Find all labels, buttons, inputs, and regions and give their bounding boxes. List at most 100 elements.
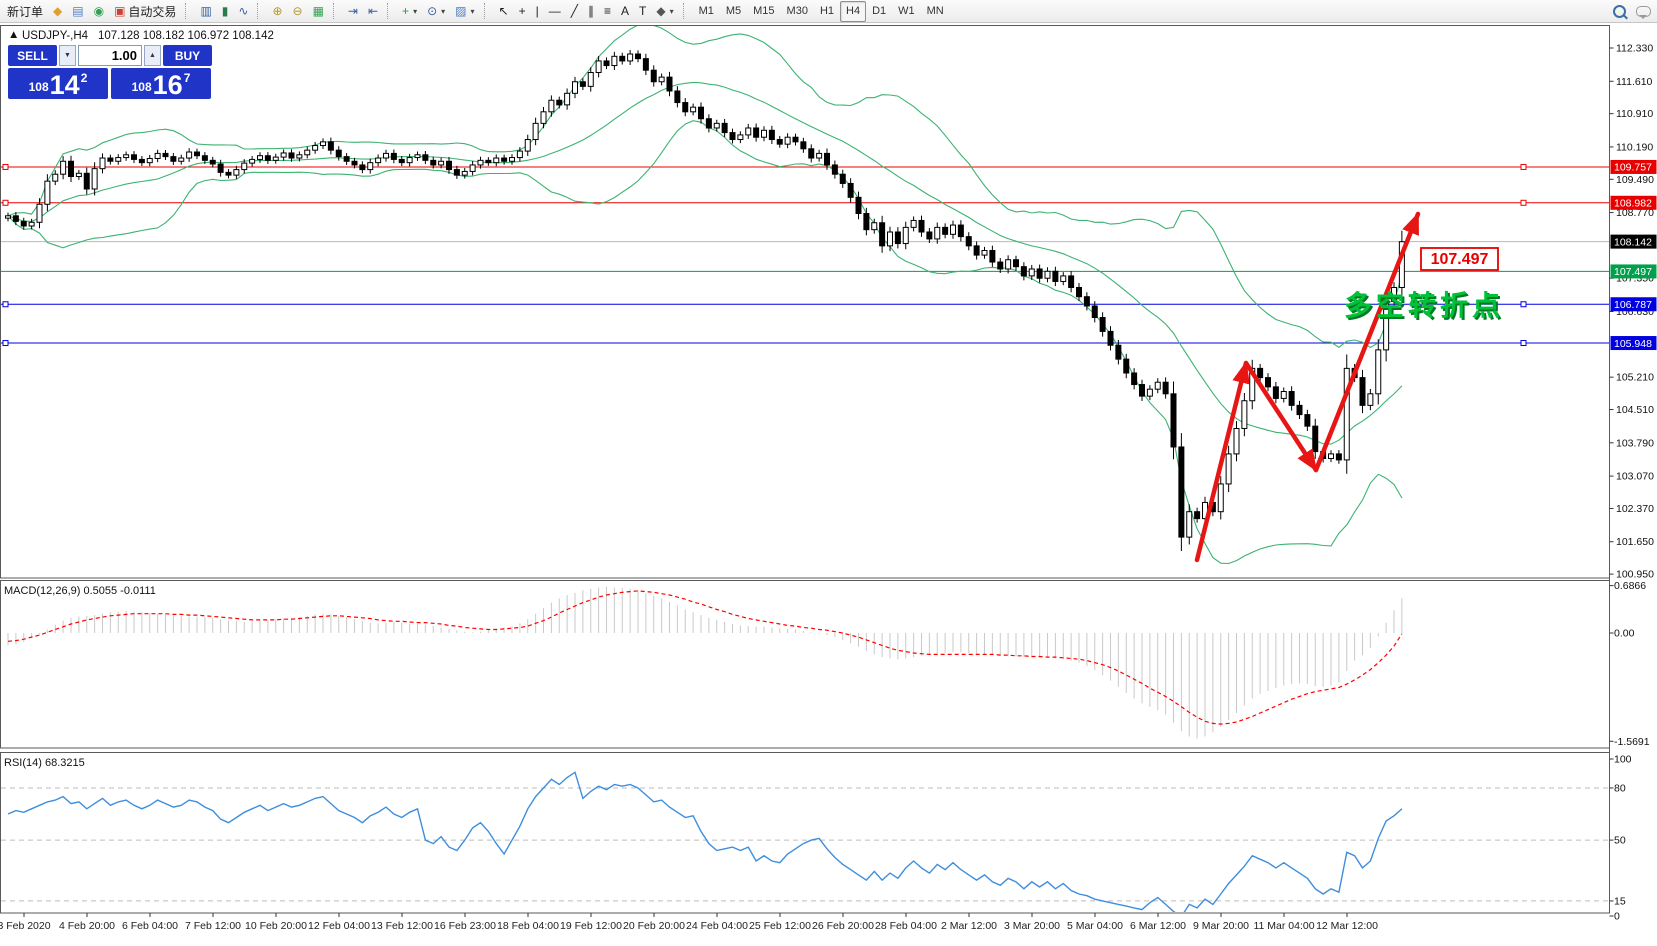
svg-text:110.190: 110.190 bbox=[1616, 141, 1653, 153]
channel-button[interactable]: ∥ bbox=[583, 1, 599, 22]
indicators-button[interactable]: + ▾ bbox=[397, 1, 422, 22]
volume-increase-button[interactable]: ▲ bbox=[144, 45, 161, 66]
volume-decrease-button[interactable]: ▼ bbox=[59, 45, 76, 66]
trendline-button[interactable]: ╱ bbox=[566, 1, 583, 22]
svg-text:103.790: 103.790 bbox=[1616, 437, 1654, 449]
arrows-button[interactable]: ◆ ▾ bbox=[651, 1, 678, 22]
templates-button[interactable]: ▨ ▾ bbox=[450, 1, 479, 22]
svg-text:100: 100 bbox=[1614, 754, 1632, 766]
vertical-line-button[interactable]: | bbox=[531, 1, 544, 22]
text-label-button[interactable]: T bbox=[634, 1, 651, 22]
volume-input[interactable]: 1.00 bbox=[78, 45, 142, 66]
sell-price-button[interactable]: 108 14 2 bbox=[8, 68, 108, 99]
zoom-in-icon: ⊕ bbox=[272, 4, 283, 18]
timeframe-d1-button[interactable]: D1 bbox=[866, 1, 892, 22]
svg-text:9 Mar 20:00: 9 Mar 20:00 bbox=[1193, 920, 1249, 932]
buy-price-sup: 7 bbox=[183, 71, 191, 85]
text-button[interactable]: A bbox=[616, 1, 634, 22]
horizontal-line-button[interactable]: — bbox=[544, 1, 566, 22]
line-chart-button[interactable]: ∿ bbox=[233, 1, 253, 22]
svg-text:105.210: 105.210 bbox=[1616, 372, 1654, 384]
svg-text:80: 80 bbox=[1614, 782, 1626, 794]
svg-text:110.910: 110.910 bbox=[1616, 108, 1653, 120]
toolbar-separator bbox=[257, 3, 264, 19]
price-line-label: 109.757 bbox=[1614, 162, 1652, 174]
zoom-in-button[interactable]: ⊕ bbox=[267, 1, 287, 22]
charts-window-button[interactable]: ▤ bbox=[67, 1, 88, 22]
svg-text:4 Feb 20:00: 4 Feb 20:00 bbox=[59, 920, 115, 932]
rsi-label: RSI(14) 68.3215 bbox=[4, 757, 85, 769]
chevron-down-icon[interactable]: ▾ bbox=[471, 7, 475, 16]
svg-text:12 Feb 04:00: 12 Feb 04:00 bbox=[308, 920, 370, 932]
collapse-triangle-icon[interactable]: ▲ bbox=[8, 29, 19, 41]
text-label-icon: T bbox=[638, 4, 647, 18]
svg-text:5 Mar 04:00: 5 Mar 04:00 bbox=[1067, 920, 1123, 932]
timeframe-m15-button[interactable]: M15 bbox=[747, 1, 780, 22]
crosshair-icon: + bbox=[518, 4, 526, 18]
svg-text:19 Feb 12:00: 19 Feb 12:00 bbox=[560, 920, 622, 932]
auto-scroll-button[interactable]: ⇥ bbox=[343, 1, 363, 22]
chevron-down-icon[interactable]: ▾ bbox=[413, 7, 417, 16]
svg-text:20 Feb 20:00: 20 Feb 20:00 bbox=[623, 920, 685, 932]
panel-frames bbox=[0, 25, 1610, 914]
vertical-line-icon: | bbox=[535, 4, 539, 18]
sell-price-big: 14 bbox=[49, 70, 80, 100]
timeframe-mn-button[interactable]: MN bbox=[921, 1, 950, 22]
tile-windows-button[interactable]: ▦ bbox=[308, 1, 329, 22]
price-callout[interactable]: 107.497 bbox=[1420, 247, 1499, 271]
search-icon[interactable] bbox=[1613, 4, 1626, 18]
timeframe-h4-button[interactable]: H4 bbox=[840, 0, 867, 22]
main-toolbar: 新订单 ◆ ▤ ◉ ▣ 自动交易 ▥ ▮ ∿ ⊕ ⊖ ▦ ⇥ ⇤ + ▾ ⊙ ▾ ▨ ▾ ↖ + | — ╱ ∥ ≡ A T ◆ ▾ M1 M… bbox=[0, 0, 1657, 23]
toolbar-separator bbox=[387, 3, 394, 19]
timeframe-toolbar: M1 M5 M15 M30 H1 H4 D1 W1 MN bbox=[693, 0, 950, 22]
svg-text:18 Feb 04:00: 18 Feb 04:00 bbox=[497, 920, 559, 932]
bar-chart-button[interactable]: ▥ bbox=[195, 1, 216, 22]
one-click-trading-panel: SELL ▼ 1.00 ▲ BUY 108 14 2 108 16 7 bbox=[8, 45, 212, 99]
trend-arrows[interactable] bbox=[1194, 211, 1421, 563]
ohlc-readout: 107.128 108.182 106.972 108.142 bbox=[98, 30, 274, 42]
sell-button[interactable]: SELL bbox=[8, 45, 57, 66]
turning-point-annotation[interactable]: 多空转折点 bbox=[1344, 289, 1504, 321]
time-axis: 3 Feb 2020 4 Feb 20:00 6 Feb 04:00 7 Feb 12… bbox=[0, 913, 1378, 932]
funnel-icon: ◆ bbox=[53, 4, 63, 18]
periods-button[interactable]: ⊙ ▾ bbox=[422, 1, 450, 22]
bollinger-bands bbox=[7, 26, 1403, 565]
crosshair-button[interactable]: + bbox=[514, 1, 531, 22]
signals-button[interactable]: ◉ bbox=[89, 1, 109, 22]
buy-price-button[interactable]: 108 16 7 bbox=[111, 68, 211, 99]
svg-text:0: 0 bbox=[1614, 911, 1620, 923]
price-line-label: 108.982 bbox=[1614, 198, 1652, 210]
chart-canvas[interactable]: 112.330111.610110.910110.190109.490108.7… bbox=[0, 23, 1657, 941]
buy-button[interactable]: BUY bbox=[163, 45, 212, 66]
sell-price-sup: 2 bbox=[80, 71, 88, 85]
timeframe-m1-button[interactable]: M1 bbox=[693, 1, 720, 22]
candlestick-chart-button[interactable]: ▮ bbox=[217, 1, 234, 22]
price-callout-text: 107.497 bbox=[1431, 251, 1489, 268]
rsi-indicator bbox=[1, 771, 1608, 912]
autotrading-button[interactable]: ▣ 自动交易 bbox=[109, 1, 181, 22]
price-line-label: 107.497 bbox=[1614, 266, 1652, 278]
chart-tool-button[interactable]: ◆ bbox=[48, 1, 67, 22]
timeframe-h1-button[interactable]: H1 bbox=[814, 1, 840, 22]
timeframe-m5-button[interactable]: M5 bbox=[720, 1, 747, 22]
price-line-label: 108.142 bbox=[1614, 236, 1652, 248]
toolbar-separator bbox=[483, 3, 491, 19]
chat-icon[interactable] bbox=[1636, 5, 1651, 19]
timeframe-m30-button[interactable]: M30 bbox=[781, 1, 814, 22]
cursor-button[interactable]: ↖ bbox=[494, 1, 514, 22]
svg-text:109.490: 109.490 bbox=[1616, 174, 1654, 186]
svg-text:101.650: 101.650 bbox=[1616, 536, 1654, 548]
new-order-button[interactable]: 新订单 bbox=[2, 1, 48, 22]
chart-shift-button[interactable]: ⇤ bbox=[363, 1, 383, 22]
buy-price-big: 16 bbox=[152, 70, 183, 100]
candlestick-icon: ▮ bbox=[221, 4, 229, 18]
autotrading-button-label: 自动交易 bbox=[128, 4, 177, 19]
price-axis: 112.330111.610110.910110.190109.490108.7… bbox=[1609, 25, 1657, 923]
chevron-down-icon[interactable]: ▾ bbox=[441, 7, 445, 16]
timeframe-w1-button[interactable]: W1 bbox=[892, 1, 921, 22]
zoom-out-button[interactable]: ⊖ bbox=[288, 1, 308, 22]
new-order-button-label: 新订单 bbox=[7, 4, 44, 19]
chevron-down-icon[interactable]: ▾ bbox=[670, 7, 674, 16]
svg-text:112.330: 112.330 bbox=[1616, 43, 1653, 55]
fibonacci-button[interactable]: ≡ bbox=[599, 1, 616, 22]
